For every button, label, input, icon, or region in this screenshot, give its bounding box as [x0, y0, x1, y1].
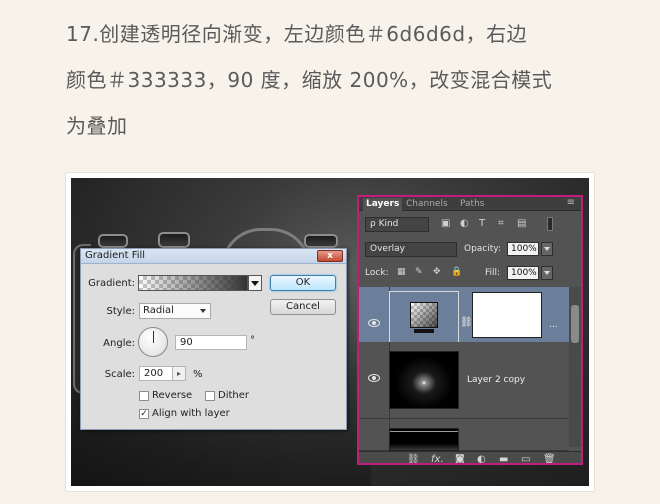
lock-image-icon[interactable]: ✎ — [415, 267, 423, 277]
fill-input[interactable]: 100% — [507, 266, 539, 280]
article-line-2: 颜色＃333333，90 度，缩放 200%，改变混合模式 — [66, 68, 553, 92]
opacity-label: Opacity: — [464, 244, 501, 254]
panel-tabs: Layers Channels Paths ≡ — [359, 197, 581, 211]
link-layers-icon[interactable]: ⛓ — [407, 454, 420, 463]
smart-object-filter-icon[interactable]: ▤ — [517, 218, 526, 229]
blend-mode-value: Overlay — [370, 244, 405, 254]
align-with-layer-label: Align with layer — [152, 408, 230, 419]
style-value: Radial — [143, 305, 174, 316]
filter-kind-select[interactable]: ρ Kind — [365, 217, 429, 232]
gradient-fill-icon — [410, 302, 438, 328]
percent-symbol: % — [193, 369, 203, 380]
tab-paths[interactable]: Paths — [457, 198, 487, 211]
gradient-fill-dialog: Gradient Fill x Gradient: Style: Radial … — [80, 248, 347, 430]
article-paragraph: 17.创建透明径向渐变，左边颜色＃6d6d6d，右边 颜色＃333333，90 … — [66, 11, 606, 149]
layer-mask-thumbnail — [472, 292, 542, 338]
layer-row-partial[interactable] — [359, 419, 569, 451]
fill-dropdown-button[interactable] — [541, 266, 553, 280]
lock-position-icon[interactable]: ✥ — [433, 267, 441, 277]
dialog-title-bar: Gradient Fill x — [81, 249, 346, 264]
article-line-1: 17.创建透明径向渐变，左边颜色＃6d6d6d，右边 — [66, 22, 528, 46]
eye-icon[interactable] — [368, 319, 380, 327]
style-label: Style: — [106, 306, 136, 317]
tab-channels[interactable]: Channels — [403, 198, 451, 211]
style-select[interactable]: Radial — [139, 303, 211, 319]
adjustment-layer-icon[interactable]: ◐ — [477, 454, 486, 463]
layers-panel: Layers Channels Paths ≡ ρ Kind ▣ ◐ T ⌗ ▤… — [357, 195, 583, 465]
link-icon[interactable]: ⛓ — [460, 317, 473, 328]
chevron-down-icon — [251, 281, 259, 286]
article-line-3: 为叠加 — [66, 114, 128, 138]
close-icon[interactable]: x — [317, 250, 343, 262]
layer-thumbnail — [389, 428, 459, 451]
type-filter-icon[interactable]: T — [479, 218, 485, 229]
adjustment-filter-icon[interactable]: ◐ — [460, 218, 469, 229]
chevron-down-icon — [544, 247, 550, 251]
ok-button[interactable]: OK — [270, 275, 336, 291]
chevron-down-icon — [544, 271, 550, 275]
fill-label: Fill: — [485, 268, 501, 278]
new-layer-icon[interactable]: ▭ — [521, 454, 530, 463]
layer-name: Layer 2 copy — [467, 375, 526, 385]
metal-tab-decoration — [158, 232, 190, 248]
filter-kind-value: ρ Kind — [370, 219, 399, 229]
chevron-down-icon — [200, 309, 206, 313]
reverse-label: Reverse — [152, 390, 193, 401]
gradient-label: Gradient: — [88, 278, 135, 289]
dither-checkbox[interactable] — [205, 391, 215, 401]
opacity-input[interactable]: 100% — [507, 242, 539, 256]
scale-stepper-button[interactable]: ▸ — [172, 366, 186, 381]
angle-label: Angle: — [103, 338, 135, 349]
panel-menu-icon[interactable]: ≡ — [567, 197, 575, 208]
dither-label: Dither — [218, 390, 250, 401]
lock-transparency-icon[interactable]: ▦ — [397, 267, 406, 277]
layers-scrollbar[interactable] — [569, 287, 581, 447]
layer-name-truncated: ... — [549, 320, 558, 330]
tab-layers[interactable]: Layers — [363, 198, 403, 211]
dialog-title: Gradient Fill — [85, 250, 146, 261]
layer-thumbnail — [389, 351, 459, 409]
metal-tab-decoration — [98, 234, 128, 248]
fx-icon[interactable]: fx. — [431, 454, 444, 463]
reverse-checkbox[interactable] — [139, 391, 149, 401]
opacity-dropdown-button[interactable] — [541, 242, 553, 256]
lock-all-icon[interactable]: 🔒 — [451, 267, 462, 277]
blend-mode-select[interactable]: Overlay — [365, 242, 457, 257]
angle-input[interactable]: 90 — [175, 335, 247, 350]
degree-symbol: ° — [250, 335, 255, 346]
new-group-icon[interactable]: ▬ — [499, 454, 508, 463]
angle-dial[interactable] — [138, 327, 168, 357]
scale-label: Scale: — [104, 369, 135, 380]
shape-filter-icon[interactable]: ⌗ — [498, 218, 504, 229]
align-with-layer-checkbox[interactable]: ✓ — [139, 409, 149, 419]
scrollbar-thumb[interactable] — [571, 305, 579, 343]
gradient-dropdown-button[interactable] — [248, 275, 262, 291]
lock-label: Lock: — [365, 268, 389, 278]
cancel-button[interactable]: Cancel — [270, 299, 336, 315]
eye-icon[interactable] — [368, 374, 380, 382]
gradient-preview[interactable] — [138, 275, 248, 291]
layer-row-layer-2-copy[interactable]: Layer 2 copy — [359, 342, 569, 419]
metal-tab-decoration — [304, 234, 338, 248]
trash-icon[interactable]: 🗑 — [543, 454, 556, 463]
layers-bottom-toolbar: ⛓ fx. ◙ ◐ ▬ ▭ 🗑 — [359, 451, 581, 463]
scale-input[interactable]: 200 — [139, 366, 173, 381]
add-mask-icon[interactable]: ◙ — [455, 454, 465, 463]
image-filter-icon[interactable]: ▣ — [441, 218, 450, 229]
filter-toggle-switch[interactable] — [547, 217, 553, 231]
